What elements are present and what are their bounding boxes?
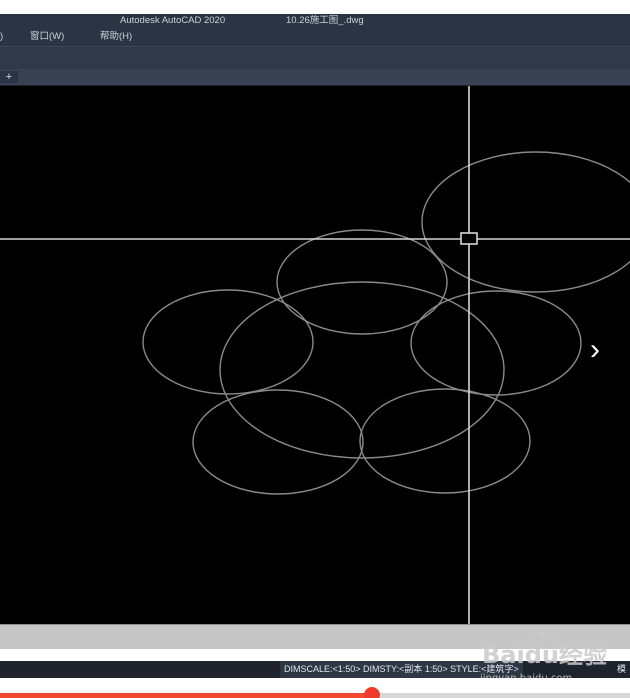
baidu-logo-icon: Baidu经验 — [482, 631, 607, 669]
video-progress-fill — [0, 693, 372, 698]
video-controls — [0, 678, 630, 698]
top-margin — [0, 0, 630, 14]
circle-top-right — [421, 151, 630, 293]
status-model-toggle[interactable]: 模 — [617, 661, 626, 678]
video-progress-track[interactable] — [0, 693, 630, 698]
screenshot-frame: Autodesk AutoCAD 2020 10.26施工图_.dwg ) 窗口… — [0, 0, 630, 698]
menu-item-partial[interactable]: ) — [0, 28, 3, 46]
watermark-brand: Baidu经验 — [482, 641, 607, 669]
ribbon-toolbar — [0, 47, 630, 69]
file-tab-strip: + — [0, 69, 630, 86]
document-title: 10.26施工图_.dwg — [286, 15, 364, 26]
title-bar: Autodesk AutoCAD 2020 10.26施工图_.dwg — [0, 14, 630, 28]
video-scrubber-handle[interactable] — [363, 687, 380, 698]
menu-bar: ) 窗口(W) 帮助(H) — [0, 28, 630, 47]
menu-item-help[interactable]: 帮助(H) — [100, 28, 132, 46]
next-arrow-icon[interactable]: › — [582, 332, 608, 368]
crosshair-cursor — [0, 86, 630, 624]
circle-group — [142, 151, 630, 495]
new-tab-button[interactable]: + — [0, 71, 18, 83]
circle-bottom-left — [192, 389, 364, 495]
pickbox — [460, 232, 478, 245]
app-title: Autodesk AutoCAD 2020 — [120, 15, 226, 26]
circle-right — [410, 290, 582, 396]
drawing-svg — [0, 86, 630, 624]
drawing-canvas[interactable] — [0, 86, 630, 624]
menu-item-window[interactable]: 窗口(W) — [30, 28, 64, 46]
